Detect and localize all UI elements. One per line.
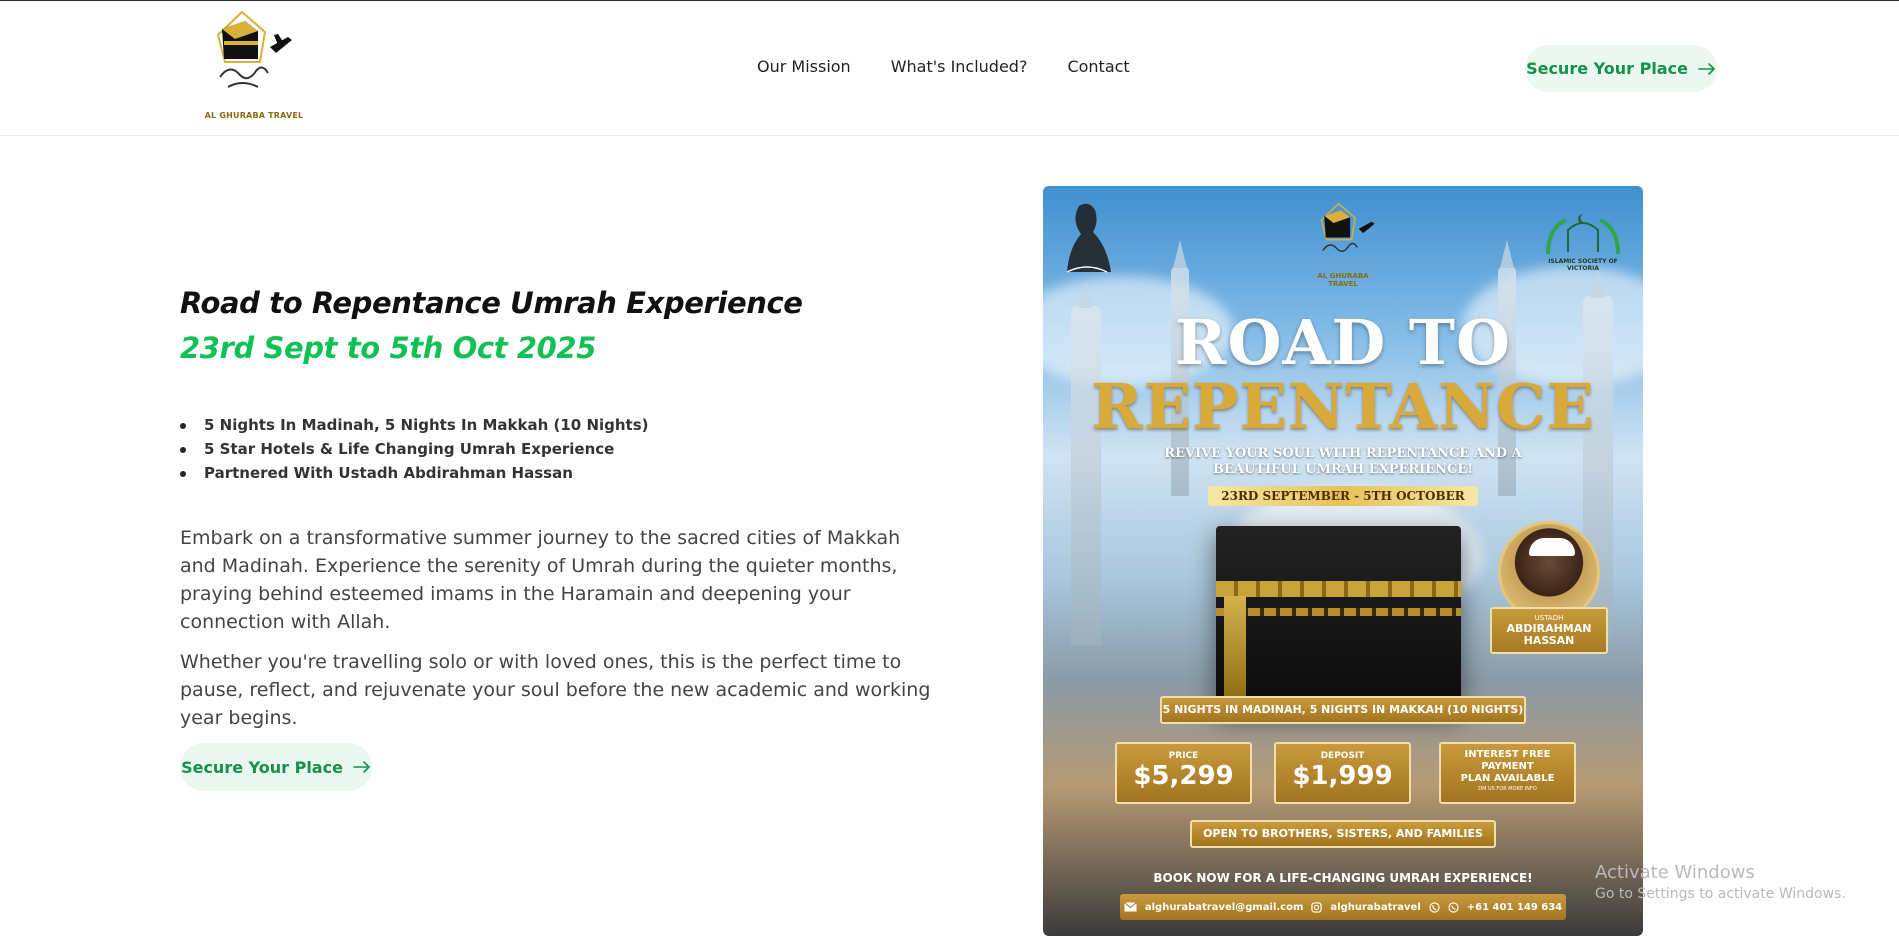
payment-plan-box: INTEREST FREE PAYMENT PLAN AVAILABLE DM … [1439, 742, 1576, 804]
instagram-icon [1311, 901, 1323, 913]
trip-dates: 23rd Sept to 5th Oct 2025 [180, 331, 596, 365]
poster-headline-top: ROAD TO [1174, 306, 1512, 379]
whatsapp-icon [1448, 901, 1459, 913]
poster-nights-banner: 5 NIGHTS IN MADINAH, 5 NIGHTS IN MAKKAH … [1160, 696, 1526, 724]
site-header: AL GHURABA TRAVEL Our Mission What's Inc… [0, 1, 1899, 136]
praying-woman-icon [1066, 203, 1111, 273]
brand-logo[interactable]: AL GHURABA TRAVEL [200, 7, 320, 127]
poster-logo-caption: AL GHURABA TRAVEL [1317, 272, 1369, 288]
poster-subline: BEAUTIFUL UMRAH EXPERIENCE! [1212, 462, 1474, 477]
ustadh-name-badge: USTADH ABDIRAHMAN HASSAN [1490, 607, 1608, 654]
partner-caption: ISLAMIC SOCIETY OF VICTORIA [1548, 258, 1618, 272]
page-title: Road to Repentance Umrah Experience [180, 286, 803, 320]
poster-date-bar: 23RD SEPTEMBER - 5TH OCTOBER [1208, 486, 1478, 506]
poster-subheadline: REVIVE YOUR SOUL WITH REPENTANCE AND A B… [1043, 446, 1643, 478]
deposit-value: $1,999 [1292, 761, 1393, 791]
secure-place-button[interactable]: Secure Your Place [180, 743, 372, 791]
poster-phone: +61 401 149 634 [1466, 901, 1563, 913]
price-label: PRICE [1168, 751, 1199, 761]
arrow-right-icon [353, 761, 370, 773]
poster-subline: REVIVE YOUR SOUL WITH REPENTANCE AND A [1164, 446, 1522, 461]
nav-contact[interactable]: Contact [1067, 57, 1129, 76]
activate-windows-title: Activate Windows [1595, 862, 1755, 883]
secure-place-label: Secure Your Place [1526, 59, 1688, 78]
intro-paragraph: Embark on a transformative summer journe… [180, 527, 901, 633]
highlight-item: 5 Nights In Madinah, 5 Nights In Makkah … [180, 413, 649, 437]
kaaba-illustration [1216, 526, 1461, 711]
arrow-right-icon [1698, 62, 1715, 75]
poster-instagram: alghurabatravel [1330, 901, 1421, 913]
poster-open-to-banner: OPEN TO BROTHERS, SISTERS, AND FAMILIES [1190, 820, 1496, 848]
activate-windows-subtitle: Go to Settings to activate Windows. [1595, 886, 1846, 902]
poster-email: alghurabatravel@gmail.com [1144, 901, 1304, 913]
price-box: PRICE $5,299 [1115, 742, 1252, 804]
ustadh-name-line: HASSAN [1523, 634, 1575, 647]
deposit-label: DEPOSIT [1320, 751, 1365, 761]
plan-line: PAYMENT [1481, 761, 1534, 772]
kaaba-gold-band [1216, 608, 1461, 616]
phone-icon [1429, 901, 1440, 913]
poster-contact-bar: alghurabatravel@gmail.com alghurabatrave… [1120, 894, 1566, 920]
secure-place-button-header[interactable]: Secure Your Place [1525, 45, 1717, 92]
secondary-paragraph: Whether you're travelling solo or with l… [180, 651, 931, 729]
kaaba-door [1224, 596, 1246, 706]
poster-brand-logo: AL GHURABA TRAVEL [1308, 200, 1388, 288]
secure-place-label: Secure Your Place [181, 757, 343, 777]
poster-book-now: BOOK NOW FOR A LIFE-CHANGING UMRAH EXPER… [1153, 871, 1533, 885]
nav-our-mission[interactable]: Our Mission [757, 57, 851, 76]
email-icon [1124, 902, 1137, 912]
kaaba-plane-logo-icon [216, 10, 292, 88]
highlights-list: 5 Nights In Madinah, 5 Nights In Makkah … [180, 413, 649, 485]
plan-note: DM US FOR MORE INFO [1478, 786, 1537, 792]
highlight-item: 5 Star Hotels & Life Changing Umrah Expe… [180, 437, 649, 461]
kufi-cap-shape [1529, 538, 1575, 556]
logo-caption: AL GHURABA TRAVEL [204, 111, 304, 120]
plan-line: PLAN AVAILABLE [1460, 773, 1555, 784]
nav-whats-included[interactable]: What's Included? [891, 57, 1028, 76]
kaaba-gold-band [1216, 581, 1461, 597]
main-nav: Our Mission What's Included? Contact [757, 57, 1130, 76]
kaaba-plane-logo-icon [1320, 202, 1375, 252]
ustadh-title: USTADH [1534, 614, 1564, 622]
plan-line: INTEREST FREE [1464, 749, 1551, 760]
umrah-poster-image: AL GHURABA TRAVEL ISLAMIC SOCIETY OF VIC… [1043, 186, 1643, 936]
highlight-item: Partnered With Ustadh Abdirahman Hassan [180, 461, 649, 485]
poster-headline-bottom: REPENTANCE [1091, 370, 1595, 443]
deposit-box: DEPOSIT $1,999 [1274, 742, 1411, 804]
islamic-society-logo: ISLAMIC SOCIETY OF VICTORIA [1538, 208, 1628, 276]
price-value: $5,299 [1133, 761, 1234, 791]
mosque-crescent-icon [1546, 214, 1620, 255]
